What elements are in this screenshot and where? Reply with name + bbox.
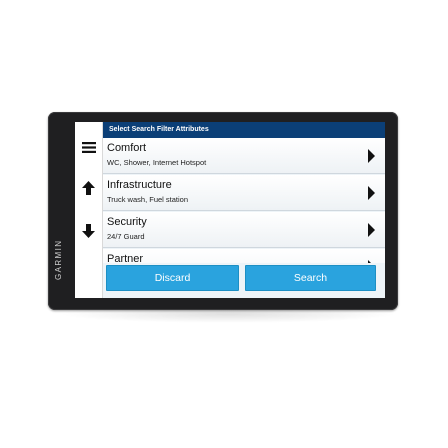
list-item-title: Comfort [107,142,147,154]
discard-button[interactable]: Discard [106,265,239,291]
list-item-security[interactable]: Security 24/7 Guard [103,212,385,248]
filter-panel: Select Search Filter Attributes Comfort … [103,122,385,298]
panel-title: Select Search Filter Attributes [103,122,385,138]
action-bar: Discard Search [103,263,385,298]
search-button[interactable]: Search [245,265,376,291]
scroll-up-arrow-icon[interactable] [75,177,102,199]
device-screen: Select Search Filter Attributes Comfort … [75,122,385,298]
list-item-subtitle: 24/7 Guard [107,232,145,241]
chevron-right-icon [368,223,375,237]
list-item-subtitle: Truck wash, Fuel station [107,195,189,204]
list-item-infrastructure[interactable]: Infrastructure Truck wash, Fuel station [103,175,385,211]
chevron-right-icon [368,149,375,163]
brand-logo: GARMIN [54,239,63,280]
chevron-right-icon [368,186,375,200]
menu-icon[interactable] [75,136,102,158]
list-item-title: Security [107,216,147,228]
scroll-down-arrow-icon[interactable] [75,220,102,242]
sidebar [75,122,103,298]
list-item-comfort[interactable]: Comfort WC, Shower, Internet Hotspot [103,138,385,174]
list-item-subtitle: WC, Shower, Internet Hotspot [107,158,207,167]
list-item-title: Infrastructure [107,179,172,191]
